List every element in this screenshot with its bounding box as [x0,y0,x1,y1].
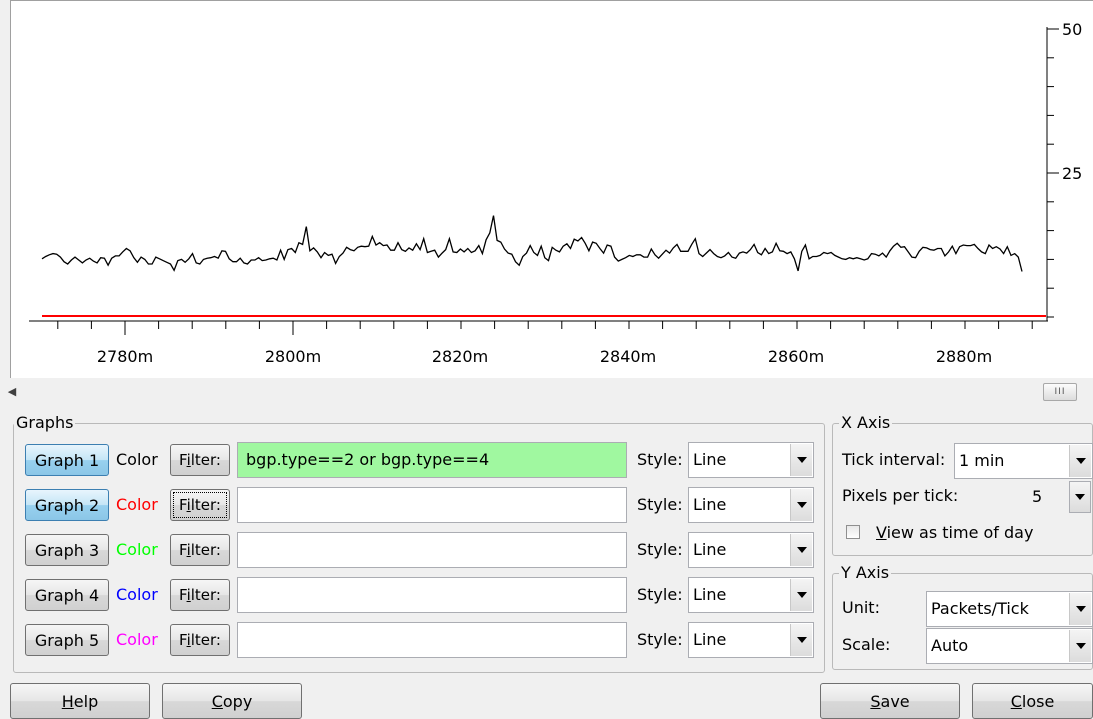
chevron-down-icon[interactable] [790,624,812,656]
graph-1-style-label: Style: [637,450,683,469]
graph-4-filter-button-label: Filter: [179,586,221,604]
graph-1-filter-input[interactable]: bgp.type==2 or bgp.type==4 [237,442,627,478]
unit-select[interactable]: Packets/Tick [926,591,1093,627]
scroll-left-arrow-icon[interactable]: ◀ [2,381,22,403]
graph-5-button-label: Graph 5 [34,630,100,650]
view-as-time-mnemonic: View as time of day [876,523,1034,542]
save-button-label: Save [870,691,910,711]
graph-1-filter-button[interactable]: Filter: [170,444,230,476]
graph-2-filter-button[interactable]: Filter: [170,489,230,521]
tick-interval-select[interactable]: 1 min [954,443,1093,479]
graph-3-color-label[interactable]: Color [116,534,158,566]
graph-4-button-label: Graph 4 [34,585,100,605]
graph-4-color-label[interactable]: Color [116,579,158,611]
close-button-label: Close [1010,691,1055,711]
graph-plot: 2780m 2800m 2820m 2840m 2860m 2880m 50 25 [29,20,1082,366]
help-button-label: Help [61,691,99,711]
graph-4-style-select[interactable]: Line [688,577,814,613]
chevron-down-icon[interactable] [790,489,812,521]
help-button[interactable]: Help [10,683,150,719]
graph-5-style-value: Line [693,630,727,649]
graph-3-style-value: Line [693,540,727,559]
x-tick-label: 2860m [768,347,824,366]
scrollbar-thumb[interactable]: III [1043,383,1077,401]
graph-1-series-line [41,215,1023,272]
scale-select[interactable]: Auto [926,628,1093,664]
chevron-down-icon[interactable] [1069,630,1091,662]
x-tick-label: 2800m [265,347,321,366]
graphs-group-title: Graphs [14,413,76,433]
graph-1-style-value: Line [693,450,727,469]
chevron-down-icon[interactable] [790,534,812,566]
graph-2-style-value: Line [693,495,727,514]
graph-1-filter-value: bgp.type==2 or bgp.type==4 [246,450,490,469]
graph-4-style-label: Style: [637,585,683,604]
unit-label: Unit: [842,598,880,617]
graph-3-style-label: Style: [637,540,683,559]
chevron-down-icon[interactable] [1069,481,1091,513]
graph-5-filter-input[interactable] [237,622,627,658]
graph-2-filter-button-label: Filter: [179,496,221,514]
graph-2-style-label: Style: [637,495,683,514]
graph-2-color-label[interactable]: Color [116,489,158,521]
horizontal-scrollbar[interactable]: ◀ III [0,379,1093,405]
x-axis-group-title: X Axis [839,413,893,433]
graph-3-filter-input[interactable] [237,532,627,568]
graph-5-color-label[interactable]: Color [116,624,158,656]
tick-interval-label: Tick interval: [842,450,946,469]
x-tick-label: 2840m [600,347,656,366]
unit-value: Packets/Tick [931,599,1029,618]
graph-4-button[interactable]: Graph 4 [25,579,109,611]
graph-4-filter-input[interactable] [237,577,627,613]
y-axis-group-title: Y Axis [839,563,892,583]
copy-button-label: Copy [211,691,253,711]
chevron-down-icon[interactable] [1069,593,1091,625]
graph-3-button-label: Graph 3 [34,540,100,560]
pixels-per-tick-value: 5 [1032,487,1043,506]
graph-2-button-label: Graph 2 [34,495,100,515]
pixels-per-tick-label: Pixels per tick: [842,486,959,505]
graph-5-filter-button[interactable]: Filter: [170,624,230,656]
chevron-down-icon[interactable] [790,444,812,476]
pixels-per-tick-select[interactable]: 5 [1019,479,1093,515]
view-as-time-checkbox[interactable] [846,525,860,539]
graph-1-color-label[interactable]: Color [116,444,158,476]
graph-1-filter-button-label: Filter: [179,451,221,469]
graph-5-button[interactable]: Graph 5 [25,624,109,656]
y-tick-label: 50 [1062,20,1082,39]
scale-value: Auto [931,636,969,655]
graph-5-style-label: Style: [637,630,683,649]
graph-5-style-select[interactable]: Line [688,622,814,658]
graph-5-filter-button-label: Filter: [179,631,221,649]
view-as-time-label: View as time of day [876,522,1033,544]
graph-1-button-label: Graph 1 [34,450,100,470]
x-tick-label: 2880m [936,347,992,366]
close-button[interactable]: Close [972,683,1093,719]
x-tick-label: 2820m [432,347,488,366]
save-button[interactable]: Save [820,683,960,719]
graph-3-filter-button-label: Filter: [179,541,221,559]
tick-interval-value: 1 min [959,451,1005,470]
chevron-down-icon[interactable] [790,579,812,611]
chevron-down-icon[interactable] [1069,445,1091,477]
scale-label: Scale: [842,635,891,654]
graph-3-filter-button[interactable]: Filter: [170,534,230,566]
graph-4-style-value: Line [693,585,727,604]
copy-button[interactable]: Copy [162,683,302,719]
graph-2-button[interactable]: Graph 2 [25,489,109,521]
graph-2-filter-input[interactable] [237,487,627,523]
graph-4-filter-button[interactable]: Filter: [170,579,230,611]
graph-1-style-select[interactable]: Line [688,442,814,478]
graph-1-button[interactable]: Graph 1 [25,444,109,476]
graph-3-style-select[interactable]: Line [688,532,814,568]
graph-2-style-select[interactable]: Line [688,487,814,523]
graph-canvas: 2780m 2800m 2820m 2840m 2860m 2880m 50 25 [10,0,1093,378]
y-tick-label: 25 [1062,164,1082,183]
graph-3-button[interactable]: Graph 3 [25,534,109,566]
x-tick-label: 2780m [97,347,153,366]
